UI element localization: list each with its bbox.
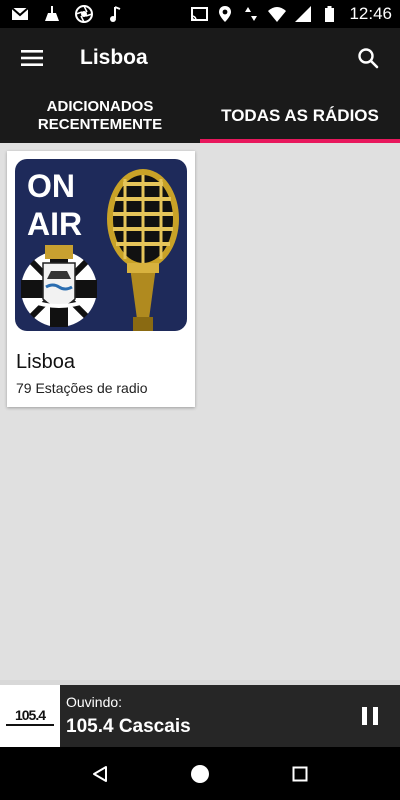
on-air-text: AIR	[27, 206, 82, 242]
content-area: ON AIR Lisboa 79 Estações de radio	[0, 143, 400, 685]
battery-icon	[325, 6, 335, 22]
now-playing-station: 105.4 Cascais	[66, 716, 191, 737]
cleaner-icon	[45, 6, 59, 21]
wifi-icon	[268, 7, 287, 22]
home-button[interactable]	[187, 761, 213, 787]
menu-icon	[21, 50, 43, 66]
music-note-icon	[110, 6, 121, 22]
system-icons: 12:46	[189, 4, 392, 24]
back-button[interactable]	[87, 761, 113, 787]
tab-label: TODAS AS RÁDIOS	[221, 105, 379, 125]
back-icon	[93, 766, 107, 782]
logo-text: 105.4	[14, 706, 46, 723]
tab-recently-added[interactable]: ADICIONADOS RECENTEMENTE	[0, 88, 200, 143]
pause-icon[interactable]	[358, 704, 382, 728]
status-time: 12:46	[349, 4, 392, 23]
status-bar: 12:46	[0, 0, 400, 28]
home-icon	[191, 765, 209, 783]
app-bar: Lisboa	[0, 28, 400, 88]
tab-bar: ADICIONADOS RECENTEMENTE TODAS AS RÁDIOS	[0, 88, 400, 143]
tab-all-radios[interactable]: TODAS AS RÁDIOS	[200, 88, 400, 143]
on-air-text: ON	[27, 168, 75, 204]
station-logo: 105.4	[0, 685, 60, 747]
card-subtitle: 79 Estações de radio	[16, 380, 148, 396]
recents-icon	[292, 766, 308, 782]
card-title: Lisboa	[16, 351, 75, 373]
recents-button[interactable]	[287, 761, 313, 787]
now-playing-label: Ouvindo:	[66, 694, 123, 710]
page-title: Lisboa	[80, 46, 148, 69]
now-playing-bar[interactable]: 105.4 Ouvindo: 105.4 Cascais	[0, 685, 400, 747]
on-air-artwork: ON AIR	[15, 159, 187, 331]
menu-button[interactable]	[10, 36, 54, 80]
logo-underline	[6, 723, 54, 726]
navigation-bar	[0, 747, 400, 800]
tab-label: ADICIONADOS RECENTEMENTE	[37, 97, 163, 133]
city-card-lisboa[interactable]: ON AIR Lisboa 79 Estações de radio	[7, 151, 195, 407]
location-icon	[219, 6, 232, 22]
gmail-icon	[11, 7, 29, 20]
cast-icon	[191, 7, 209, 21]
search-icon	[358, 48, 379, 69]
signal-icon	[295, 6, 312, 22]
search-button[interactable]	[346, 36, 390, 80]
notification-icons	[10, 4, 126, 24]
data-arrows-icon	[245, 7, 258, 21]
camera-aperture-icon	[75, 5, 93, 23]
